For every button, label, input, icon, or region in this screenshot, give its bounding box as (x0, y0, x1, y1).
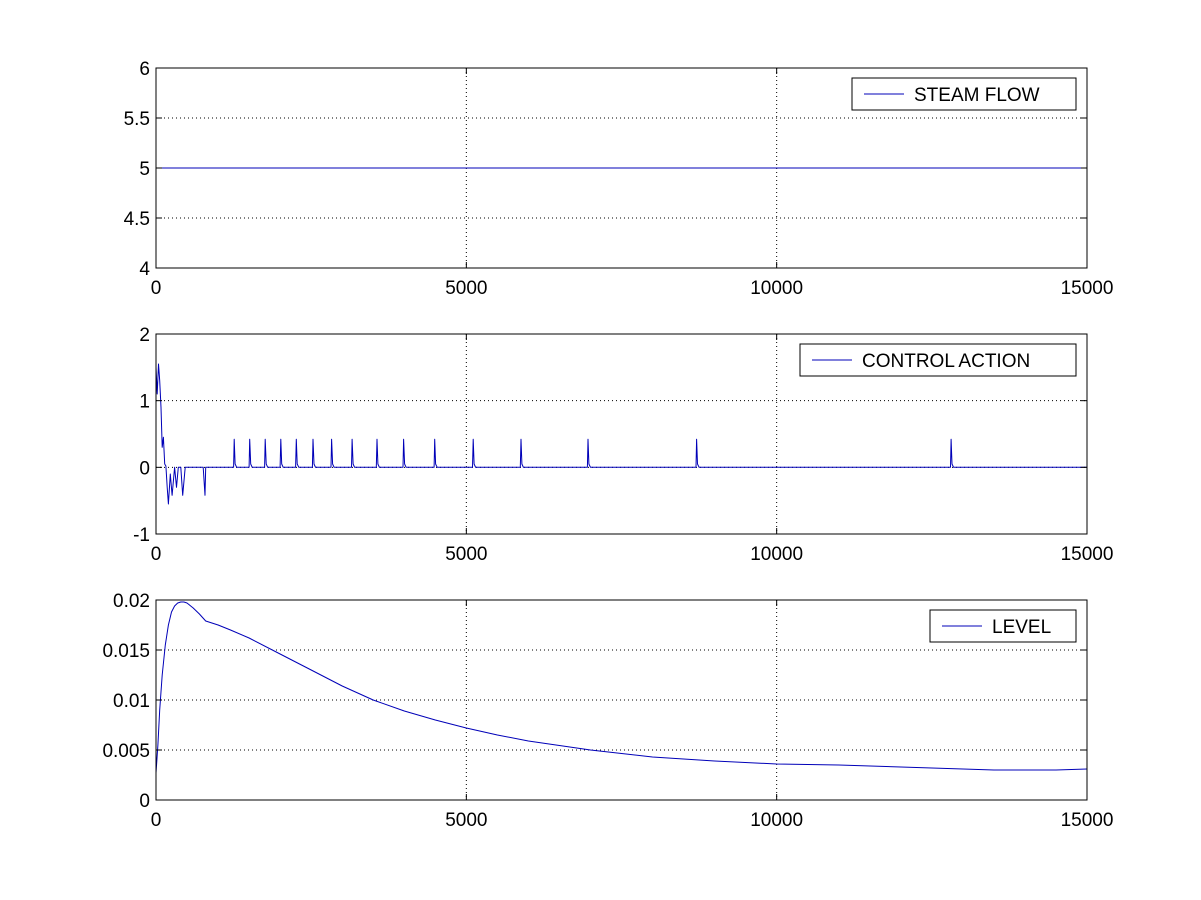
y-tick-label: 1 (139, 392, 150, 413)
y-tick-label: 4.5 (124, 209, 150, 230)
x-tick-label: 15000 (1061, 544, 1114, 565)
x-tick-label: 10000 (750, 810, 803, 831)
legend-label: CONTROL ACTION (862, 351, 1030, 372)
x-tick-label: 10000 (750, 544, 803, 565)
y-tick-label: 6 (139, 59, 150, 80)
legend: STEAM FLOW (851, 77, 1077, 111)
subplot-3: 0 5000 10000 15000 0 0.005 0.01 0.015 0.02 LEVEL (102, 591, 1113, 831)
y-tick-label: 2 (139, 325, 150, 346)
y-tick-label: 5 (139, 159, 150, 180)
y-tick-label: 0.015 (102, 641, 150, 662)
y-tick-label: 0 (139, 458, 150, 479)
legend: CONTROL ACTION (799, 343, 1077, 377)
x-tick-label: 5000 (445, 810, 487, 831)
legend-label: STEAM FLOW (914, 85, 1040, 106)
legend-label: LEVEL (992, 617, 1051, 638)
y-tick-label: 5.5 (124, 109, 150, 130)
y-tick-label: 0.005 (102, 741, 150, 762)
x-tick-label: 0 (151, 544, 162, 565)
y-tick-label: 0.02 (113, 591, 150, 612)
x-tick-label: 5000 (445, 278, 487, 299)
x-tick-label: 15000 (1061, 278, 1114, 299)
x-tick-label: 10000 (750, 278, 803, 299)
x-tick-label: 15000 (1061, 810, 1114, 831)
x-tick-label: 5000 (445, 544, 487, 565)
x-tick-label: 0 (151, 810, 162, 831)
legend: LEVEL (929, 609, 1077, 643)
subplot-1: 0 5000 10000 15000 4 4.5 5 5.5 6 STEAM FLOW (124, 59, 1114, 299)
y-tick-label: 4 (139, 259, 150, 280)
y-tick-label: 0.01 (113, 691, 150, 712)
subplot-2: 0 5000 10000 15000-1012CONTROL ACTION (133, 325, 1113, 565)
figure: 0 5000 10000 1500044.555.56STEAM FLOW0 5000 1… (0, 0, 1201, 900)
x-tick-label: 0 (151, 278, 162, 299)
y-tick-label: 0 (139, 791, 150, 812)
y-tick-label: -1 (133, 525, 150, 546)
